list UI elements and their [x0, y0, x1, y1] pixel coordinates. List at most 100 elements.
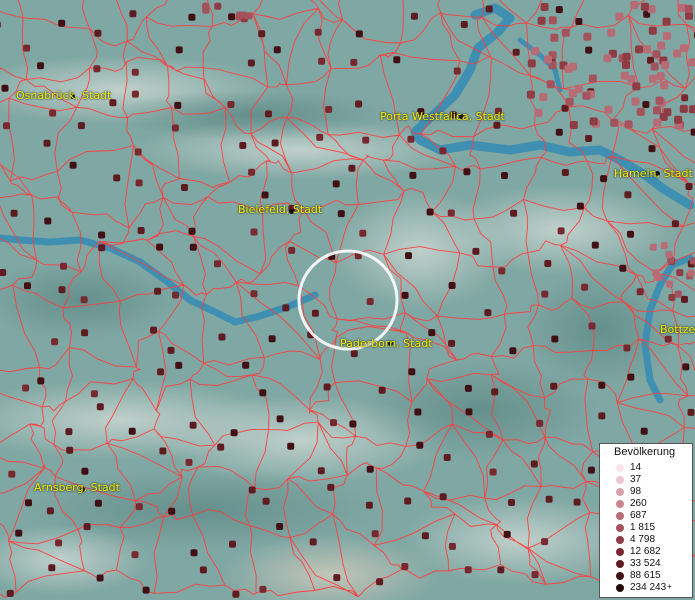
population-dot[interactable] — [607, 28, 616, 37]
population-dot[interactable] — [327, 483, 335, 491]
population-dot[interactable] — [575, 18, 583, 25]
population-dot[interactable] — [662, 17, 671, 26]
population-dot[interactable] — [555, 6, 563, 14]
population-dot[interactable] — [598, 412, 606, 420]
population-dot[interactable] — [268, 335, 276, 343]
population-dot[interactable] — [653, 106, 661, 115]
population-dot[interactable] — [681, 94, 689, 102]
population-dot[interactable] — [615, 12, 624, 21]
population-dot[interactable] — [604, 105, 613, 114]
population-dot[interactable] — [37, 62, 44, 70]
population-dot[interactable] — [98, 231, 106, 239]
population-dot[interactable] — [650, 62, 659, 71]
population-dot[interactable] — [96, 403, 104, 411]
population-dot[interactable] — [93, 65, 101, 73]
population-dot[interactable] — [501, 172, 508, 179]
population-dot[interactable] — [541, 538, 549, 546]
population-dot[interactable] — [202, 2, 210, 10]
population-dot[interactable] — [350, 350, 358, 358]
population-dot[interactable] — [188, 13, 196, 21]
population-dot[interactable] — [640, 427, 648, 435]
population-dot[interactable] — [65, 428, 73, 436]
population-dot[interactable] — [287, 442, 295, 450]
population-dot[interactable] — [190, 549, 198, 557]
population-dot[interactable] — [464, 566, 472, 574]
population-dot[interactable] — [175, 361, 183, 369]
population-dot[interactable] — [401, 563, 409, 570]
population-dot[interactable] — [401, 291, 409, 299]
population-dot[interactable] — [655, 96, 664, 105]
population-dot[interactable] — [171, 124, 179, 132]
population-dot[interactable] — [366, 465, 374, 473]
population-dot[interactable] — [316, 133, 324, 141]
population-dot[interactable] — [448, 339, 456, 347]
population-dot[interactable] — [688, 58, 695, 67]
population-dot[interactable] — [674, 115, 683, 124]
population-dot[interactable] — [172, 291, 179, 299]
population-dot[interactable] — [635, 45, 643, 54]
population-dot[interactable] — [541, 290, 549, 298]
population-dot[interactable] — [58, 286, 66, 294]
population-dot[interactable] — [623, 344, 631, 352]
population-dot[interactable] — [448, 542, 456, 550]
population-dot[interactable] — [564, 64, 573, 73]
population-dot[interactable] — [652, 269, 660, 277]
population-dot[interactable] — [664, 335, 672, 343]
population-dot[interactable] — [585, 135, 593, 142]
population-dot[interactable] — [218, 333, 226, 341]
population-dot[interactable] — [439, 147, 447, 155]
population-dot[interactable] — [684, 4, 693, 13]
population-dot[interactable] — [168, 507, 176, 515]
population-dot[interactable] — [247, 59, 255, 67]
population-dot[interactable] — [681, 295, 688, 303]
population-dot[interactable] — [687, 408, 695, 416]
population-dot[interactable] — [627, 75, 636, 84]
population-dot[interactable] — [687, 269, 695, 277]
population-dot[interactable] — [90, 390, 98, 398]
population-dot[interactable] — [548, 16, 557, 25]
population-dot[interactable] — [157, 368, 165, 376]
population-dot[interactable] — [323, 383, 331, 391]
population-dot[interactable] — [527, 59, 536, 68]
population-dot[interactable] — [583, 32, 592, 41]
population-dot[interactable] — [569, 121, 578, 129]
population-dot[interactable] — [404, 497, 412, 505]
population-dot[interactable] — [426, 208, 434, 216]
population-dot[interactable] — [366, 298, 374, 305]
population-dot[interactable] — [439, 493, 447, 501]
population-dot[interactable] — [131, 68, 139, 76]
population-dot[interactable] — [230, 429, 238, 437]
population-dot[interactable] — [365, 501, 373, 509]
population-dot[interactable] — [81, 467, 89, 475]
population-dot[interactable] — [510, 209, 518, 217]
population-dot[interactable] — [550, 382, 558, 390]
population-dot[interactable] — [591, 241, 599, 249]
population-dot[interactable] — [661, 61, 670, 70]
population-dot[interactable] — [185, 458, 193, 466]
population-dot[interactable] — [229, 540, 236, 548]
population-dot[interactable] — [603, 54, 612, 63]
population-dot[interactable] — [674, 290, 682, 298]
population-dot[interactable] — [332, 180, 340, 188]
population-dot[interactable] — [526, 90, 535, 99]
population-dot[interactable] — [428, 329, 436, 337]
population-dot[interactable] — [258, 30, 266, 38]
population-dot[interactable] — [131, 551, 139, 559]
population-dot[interactable] — [619, 264, 627, 272]
population-dot[interactable] — [405, 252, 412, 260]
population-dot[interactable] — [25, 499, 32, 507]
population-dot[interactable] — [582, 91, 591, 100]
population-dot[interactable] — [409, 171, 417, 179]
population-dot[interactable] — [636, 107, 645, 116]
population-dot[interactable] — [3, 122, 10, 130]
population-dot[interactable] — [588, 322, 596, 330]
population-dot[interactable] — [214, 2, 222, 10]
population-dot[interactable] — [228, 13, 236, 21]
population-dot[interactable] — [484, 309, 492, 317]
population-dot[interactable] — [472, 247, 480, 255]
population-dot[interactable] — [77, 122, 85, 130]
population-dot[interactable] — [660, 242, 668, 250]
population-dot[interactable] — [350, 58, 358, 66]
population-dot[interactable] — [66, 446, 74, 454]
population-dot[interactable] — [546, 80, 555, 89]
